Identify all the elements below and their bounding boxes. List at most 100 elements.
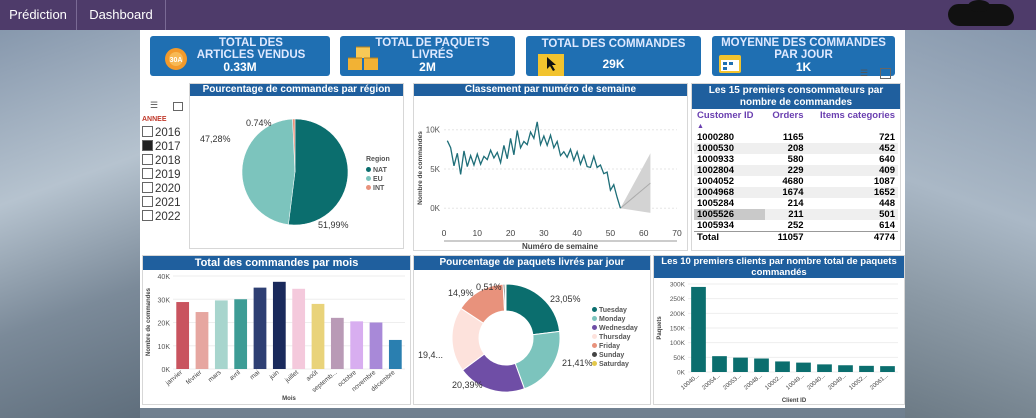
avatar[interactable] [948,0,1014,26]
year-label: 2020 [155,183,181,195]
table-row[interactable]: 1000933 580 640 [694,154,898,165]
table-cell: 501 [879,209,895,220]
calendar-icon [719,55,741,73]
bar-month [388,339,402,369]
bar-month [330,317,344,369]
x-tick-label: 10002... [764,373,785,392]
table-row[interactable]: 1000530 208 452 [694,143,898,154]
filter-icon[interactable]: ☰ [860,69,872,78]
year-label: 2016 [155,127,181,139]
table-cell: 1674 [782,187,804,198]
legend-dot [592,307,597,312]
sort-indicator: ▲ [697,122,704,130]
table-cell: 1000530 [697,143,734,154]
year-label: 2021 [155,197,181,209]
x-tick-label: août [305,369,319,383]
pie-label-nat: 51,99% [318,220,349,230]
top10-bar-chart[interactable]: 300K250K200K150K100K50K0K10040... 20054..… [654,280,904,404]
x-tick-label: juillet [283,369,300,385]
y-tick-label: 200K [670,311,686,318]
checkbox[interactable] [142,168,153,179]
table-row[interactable]: 1005934 252 614 [694,220,898,232]
filter-icon[interactable]: ☰ [150,100,158,111]
legend-item[interactable]: NAT [366,166,387,175]
y-tick-label: 0K [161,367,170,374]
focus-mode-icon[interactable] [880,68,891,79]
table-cell: 448 [879,198,895,209]
x-tick-label: 10 [473,228,483,238]
nav-prediction-button[interactable]: Prédiction [0,0,77,30]
legend-dot [592,334,597,339]
top10-chart-panel: Les 10 premiers clients par nombre total… [654,256,904,404]
legend-item[interactable]: INT [366,184,387,193]
x-tick-label: 10049... [785,373,806,392]
donut-label-monday: 21,41% [562,358,593,368]
x-tick-label: mars [207,369,223,384]
pie-region-panel: Pourcentage de commandes par région 47,2… [190,84,403,248]
focus-mode-icon[interactable] [173,102,183,111]
legend-dot [592,361,597,366]
column-header[interactable]: Customer ID [694,110,765,121]
table-cell: 1652 [873,187,895,198]
legend-item[interactable]: Wednesday [592,324,638,333]
column-header[interactable]: Orders [765,110,807,121]
year-option[interactable]: 2021 [142,196,181,209]
bar-month [272,281,286,369]
donut-panel: Pourcentage de paquets livrés par jour 2… [414,256,650,404]
legend-label: Saturday [599,361,629,368]
y-tick-label: 20K [158,321,171,328]
table-row[interactable]: 1000280 1165 721 [694,132,898,143]
table-cell: 409 [879,165,895,176]
bar-client [712,356,727,372]
table-row[interactable]: 1005526 211 501 [694,209,898,220]
checkbox[interactable] [142,154,153,165]
table-row[interactable]: 1004968 1674 1652 [694,187,898,198]
checkbox[interactable] [142,140,153,151]
table-row[interactable]: 1005284 214 448 [694,198,898,209]
legend-item[interactable]: Saturday [592,360,638,369]
x-axis-title: Client ID [782,398,807,404]
table-title: Les 15 premiers consommateurs par nombre… [692,84,900,109]
monthly-bar-chart[interactable]: 40K30K20K10K0Kjanvier février mars avril mai… [143,272,410,404]
legend-label: Friday [599,343,621,350]
y-tick-label: 250K [670,296,686,303]
table-row[interactable]: 1002804 229 409 [694,165,898,176]
table-row[interactable]: 1004052 4680 1087 [694,176,898,187]
legend-item[interactable]: Thursday [592,333,638,342]
legend-dot [592,316,597,321]
pie-label-int: 0.74% [246,118,272,128]
year-option[interactable]: 2017 [142,140,181,153]
checkbox[interactable] [142,210,153,221]
year-option[interactable]: 2019 [142,168,181,181]
x-tick-label: 20053... [722,373,743,392]
checkbox[interactable] [142,196,153,207]
legend-item[interactable]: Monday [592,315,638,324]
column-header[interactable]: Items categories [807,110,898,121]
year-option[interactable]: 2022 [142,210,181,223]
boxes-icon [348,46,378,70]
table-header-row: Customer ID Orders Items categories [694,110,898,121]
top15-table: Customer ID Orders Items categories ▲ 10… [694,110,898,243]
sort-arrow-row: ▲ [694,121,898,132]
legend-item[interactable]: Tuesday [592,306,638,315]
nav-dashboard-button[interactable]: Dashboard [77,0,166,30]
legend-item[interactable]: Sunday [592,351,638,360]
year-option[interactable]: 2018 [142,154,181,167]
kpi-card-paquets: TOTAL DE PAQUETS LIVRÉS 2M [340,36,515,76]
bar-month [292,288,306,369]
year-option[interactable]: 2020 [142,182,181,195]
x-tick-label: 20054... [701,373,722,392]
table-total-row: Total 11057 4774 [694,231,898,244]
bar-client [859,365,874,372]
week-line-chart[interactable]: 10K 5K 0K 0 10 20 30 40 50 60 70 Numéro de semaine N… [414,98,687,250]
checkbox[interactable] [142,126,153,137]
y-tick-label: 10K [158,344,171,351]
chart-title: Les 10 premiers clients par nombre total… [654,256,904,278]
legend-item[interactable]: EU [366,175,387,184]
table-cell: 252 [787,220,804,231]
checkbox[interactable] [142,182,153,193]
bar-month [369,322,383,369]
table-cell: 614 [879,220,895,231]
legend-item[interactable]: Friday [592,342,638,351]
year-option[interactable]: 2016 [142,126,181,139]
